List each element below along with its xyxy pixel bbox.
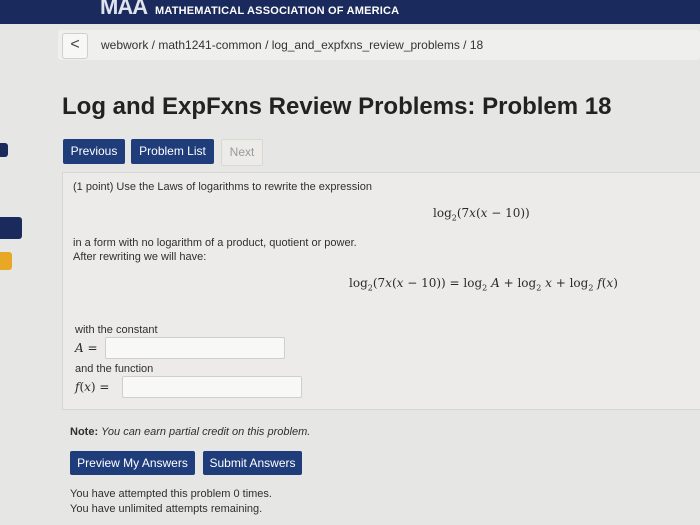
constant-math-label: A = <box>75 341 98 355</box>
note-text: You can earn partial credit on this prob… <box>101 426 311 438</box>
previous-button[interactable]: Previous <box>63 139 125 164</box>
function-label: and the function <box>75 363 154 375</box>
partial-credit-note: Note: You can earn partial credit on thi… <box>70 426 310 438</box>
constant-answer-input[interactable] <box>105 337 285 359</box>
instructions-text: After rewriting we will have: <box>73 251 207 263</box>
back-button[interactable]: < <box>62 33 88 59</box>
preview-answers-button[interactable]: Preview My Answers <box>70 451 195 475</box>
next-button[interactable]: Next <box>221 139 263 166</box>
breadcrumb[interactable]: webwork / math1241-common / log_and_expf… <box>101 38 483 52</box>
organization-name: MATHEMATICAL ASSOCIATION OF AMERICA <box>155 5 400 17</box>
top-header-bar: MAA MATHEMATICAL ASSOCIATION OF AMERICA <box>0 0 700 24</box>
page-title: Log and ExpFxns Review Problems: Problem… <box>62 93 612 120</box>
note-label: Note: <box>70 426 99 438</box>
problem-list-button[interactable]: Problem List <box>131 139 214 164</box>
attempts-count-text: You have attempted this problem 0 times. <box>70 488 272 500</box>
sidebar-tab-highlight[interactable] <box>0 252 12 270</box>
function-math-label: f(x) = <box>75 380 110 394</box>
maa-logo[interactable]: MAA <box>100 0 148 20</box>
instructions-text: in a form with no logarithm of a product… <box>73 237 357 249</box>
sidebar-tab[interactable] <box>0 143 8 157</box>
problem-intro: (1 point) Use the Laws of logarithms to … <box>73 181 372 193</box>
rewritten-equation: log2(7x(x − 10)) = log2 A + log2 x + log… <box>349 276 618 293</box>
attempts-remaining-text: You have unlimited attempts remaining. <box>70 503 263 515</box>
sidebar-tab[interactable] <box>0 217 22 239</box>
constant-label: with the constant <box>75 324 158 336</box>
problem-panel: (1 point) Use the Laws of logarithms to … <box>62 172 700 410</box>
function-answer-input[interactable] <box>122 376 302 398</box>
expression-math: log2(7x(x − 10)) <box>433 206 530 223</box>
submit-answers-button[interactable]: Submit Answers <box>203 451 302 475</box>
